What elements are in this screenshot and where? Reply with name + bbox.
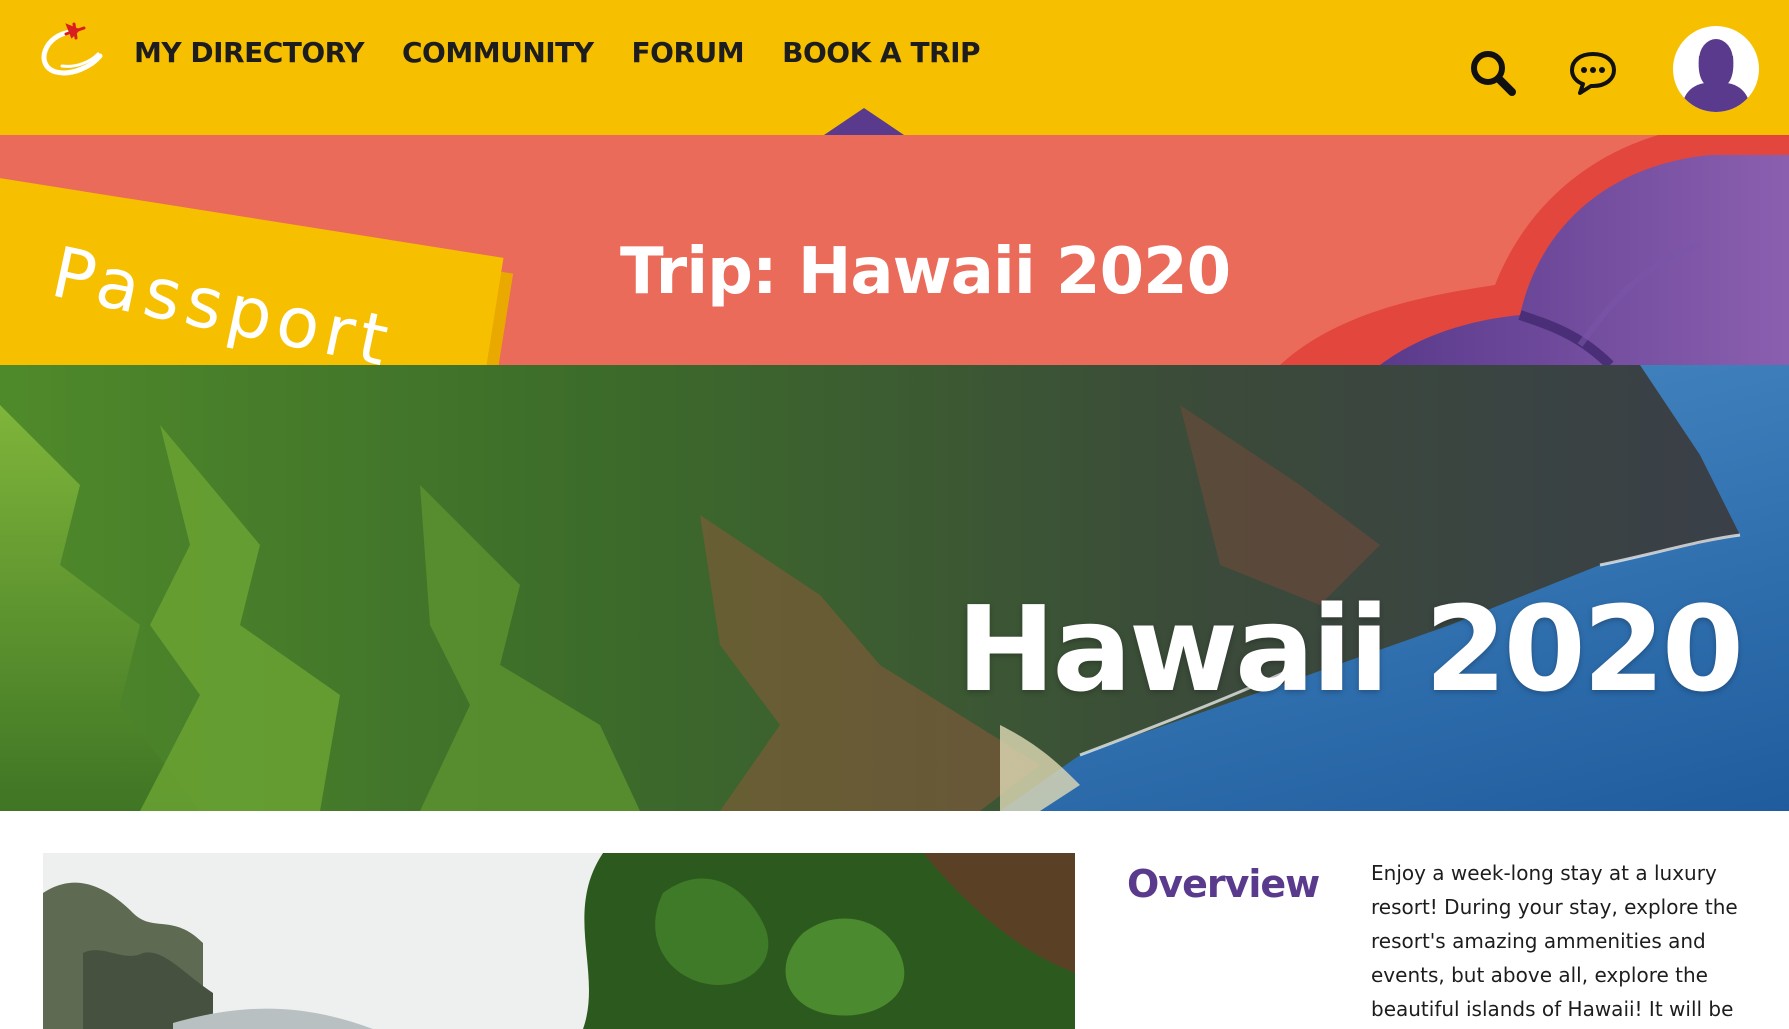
top-navigation: MY DIRECTORY COMMUNITY FORUM BOOK A TRIP [0, 0, 1789, 135]
passport-banner: Passport Trip: Hawaii 2020 [0, 135, 1789, 365]
nav-community[interactable]: COMMUNITY [402, 36, 594, 69]
search-icon[interactable] [1468, 48, 1518, 98]
hero-title: Hawaii 2020 [956, 580, 1744, 718]
main-nav: MY DIRECTORY COMMUNITY FORUM BOOK A TRIP [134, 36, 981, 69]
nav-my-directory[interactable]: MY DIRECTORY [134, 36, 365, 69]
nav-forum[interactable]: FORUM [632, 36, 745, 69]
plane-swoosh-logo[interactable] [38, 22, 108, 86]
overview-body: Enjoy a week-long stay at a luxury resor… [1371, 861, 1738, 1021]
sunglasses-decoration [1280, 135, 1789, 365]
trip-title: Trip: Hawaii 2020 [620, 235, 1231, 309]
overview-heading: Overview [1127, 862, 1320, 906]
user-avatar-icon[interactable] [1673, 26, 1759, 112]
nav-book-a-trip[interactable]: BOOK A TRIP [782, 36, 980, 69]
chat-icon[interactable] [1568, 50, 1618, 96]
active-nav-pointer [824, 108, 904, 135]
resort-photo [43, 853, 1075, 1029]
hero-image: Hawaii 2020 [0, 365, 1789, 811]
